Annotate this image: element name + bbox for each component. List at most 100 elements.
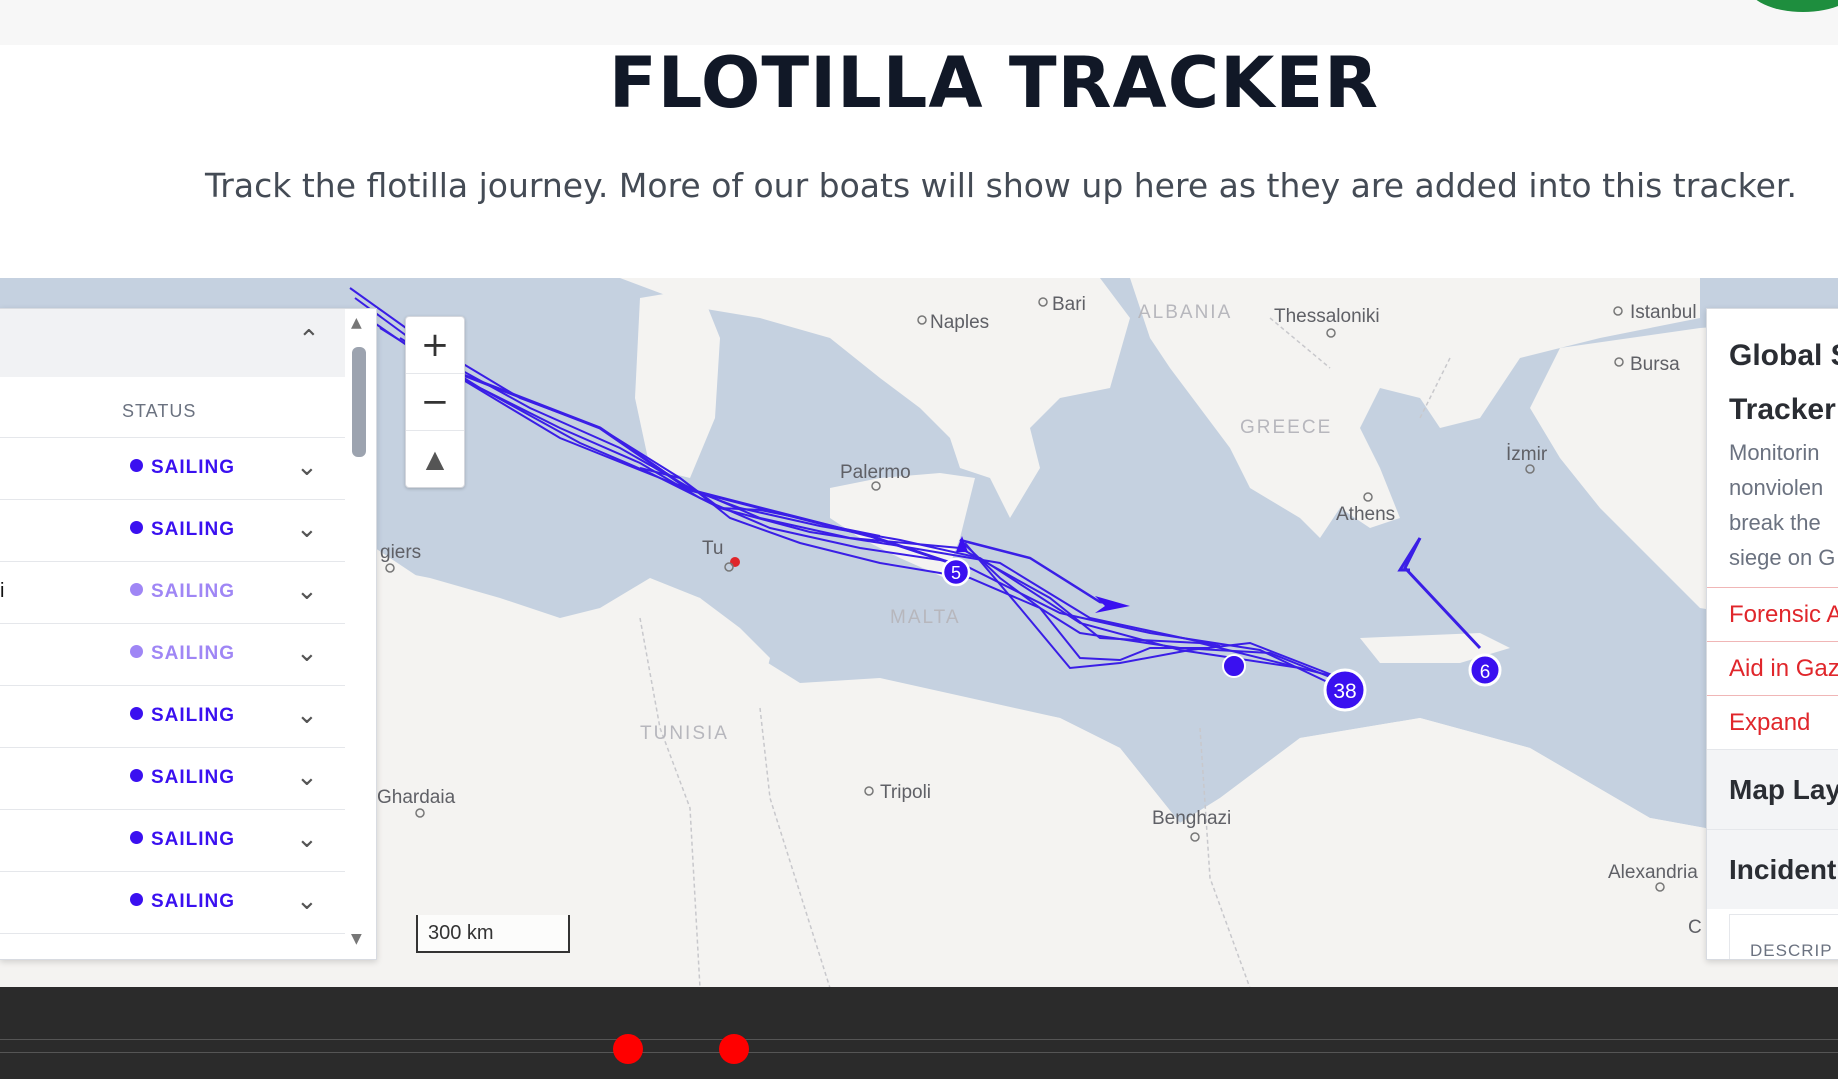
scroll-up-icon[interactable]: ▲ xyxy=(351,315,362,331)
account-badge[interactable] xyxy=(1748,0,1838,12)
info-panel-description: Monitorin nonviolen break the siege on G xyxy=(1729,435,1838,575)
desc-line: break the xyxy=(1729,510,1821,535)
status-text: SAILING xyxy=(151,891,236,912)
label-naples: Naples xyxy=(930,312,989,333)
label-tripoli: Tripoli xyxy=(880,782,931,803)
vessel-row[interactable]: SAILING ⌄ xyxy=(0,499,345,561)
scrollbar-thumb[interactable] xyxy=(352,347,366,457)
label-cairo: C xyxy=(1688,917,1702,938)
status-dot-icon xyxy=(130,831,143,844)
vessel-list-header: ⌃ xyxy=(0,309,345,377)
status-text: SAILING xyxy=(151,829,236,850)
status-dot-icon xyxy=(130,459,143,472)
aid-in-gaza-link[interactable]: Aid in Gaz xyxy=(1707,641,1838,695)
timeline-event-marker[interactable] xyxy=(719,1034,749,1064)
label-malta: MALTA xyxy=(890,607,961,628)
status-badge: SAILING xyxy=(130,767,235,789)
status-badge: SAILING xyxy=(130,519,235,541)
desc-line: nonviolen xyxy=(1729,475,1824,500)
vessel-row[interactable]: SAILING ⌄ xyxy=(0,623,345,685)
page-subtitle: Track the flotilla journey. More of our … xyxy=(205,166,1797,205)
timeline-track[interactable] xyxy=(0,1039,1838,1053)
zoom-out-button[interactable]: − xyxy=(406,374,464,431)
zoom-in-button[interactable]: + xyxy=(406,317,464,374)
scale-bar: 300 km xyxy=(416,915,570,953)
label-athens: Athens xyxy=(1336,504,1395,525)
label-tunis: Tu xyxy=(702,538,723,559)
status-text: SAILING xyxy=(151,581,236,602)
expand-chevron-icon[interactable]: ⌄ xyxy=(296,638,318,668)
label-alexandria: Alexandria xyxy=(1608,862,1698,883)
status-dot-icon xyxy=(130,893,143,906)
vessel-row[interactable]: i SAILING ⌄ xyxy=(0,561,345,623)
label-algiers: giers xyxy=(380,542,421,563)
label-albania: ALBANIA xyxy=(1138,302,1232,323)
status-dot-icon xyxy=(130,521,143,534)
forensic-link[interactable]: Forensic A xyxy=(1707,587,1838,641)
status-badge: SAILING xyxy=(130,891,235,913)
status-text: SAILING xyxy=(151,705,236,726)
expand-link[interactable]: Expand xyxy=(1707,695,1838,749)
label-istanbul: Istanbul xyxy=(1630,302,1697,323)
timeline-event-marker[interactable] xyxy=(613,1034,643,1064)
label-izmir: İzmir xyxy=(1506,444,1548,465)
vessel-row[interactable]: SAILING ⌄ xyxy=(0,437,345,499)
status-column-header: STATUS xyxy=(122,401,197,421)
incidents-section[interactable]: Incident xyxy=(1707,829,1838,909)
expand-chevron-icon[interactable]: ⌄ xyxy=(296,514,318,544)
vessel-list-panel: ⌃ STATUS SAILING ⌄ SAILING ⌄ i SAILING ⌄… xyxy=(0,308,377,960)
vessel-row[interactable]: SAILING ⌄ xyxy=(0,809,345,871)
info-panel: Global S Tracker Monitorin nonviolen bre… xyxy=(1706,308,1838,960)
label-palermo: Palermo xyxy=(840,462,911,483)
info-title-line: Global S xyxy=(1729,339,1838,372)
info-panel-title: Global S Tracker xyxy=(1729,329,1838,437)
label-benghazi: Benghazi xyxy=(1152,808,1231,829)
zoom-control: + − ▲ xyxy=(405,316,465,488)
expand-chevron-icon[interactable]: ⌄ xyxy=(296,576,318,606)
expand-chevron-icon[interactable]: ⌄ xyxy=(296,700,318,730)
info-title-line: Tracker xyxy=(1729,393,1836,426)
status-badge: SAILING xyxy=(130,457,235,479)
vessel-name: i xyxy=(0,580,5,602)
vessel-row[interactable]: SAILING ⌄ xyxy=(0,747,345,809)
timeline-bar[interactable] xyxy=(0,987,1838,1079)
vessel-row[interactable]: SAILING ⌄ xyxy=(0,685,345,747)
top-bar xyxy=(0,0,1838,45)
status-text: SAILING xyxy=(151,643,236,664)
label-tunisia: TUNISIA xyxy=(640,723,729,744)
status-text: SAILING xyxy=(151,767,236,788)
expand-chevron-icon[interactable]: ⌄ xyxy=(296,762,318,792)
status-dot-icon xyxy=(130,707,143,720)
scroll-down-icon[interactable]: ▼ xyxy=(351,931,362,947)
expand-chevron-icon[interactable]: ⌄ xyxy=(296,824,318,854)
status-dot-icon xyxy=(130,769,143,782)
vessel-rows: SAILING ⌄ SAILING ⌄ i SAILING ⌄ SAILING … xyxy=(0,437,345,934)
label-bari: Bari xyxy=(1052,294,1086,315)
status-badge: SAILING xyxy=(130,581,235,603)
status-badge: SAILING xyxy=(130,829,235,851)
vessel-row[interactable]: SAILING ⌄ xyxy=(0,871,345,934)
expand-chevron-icon[interactable]: ⌄ xyxy=(296,452,318,482)
status-badge: SAILING xyxy=(130,643,235,665)
label-greece: GREECE xyxy=(1240,417,1332,438)
cluster-label-6: 6 xyxy=(1480,662,1491,683)
label-thessaloniki: Thessaloniki xyxy=(1274,306,1380,327)
cluster-label-38: 38 xyxy=(1333,680,1356,703)
compass-icon[interactable]: ▲ xyxy=(406,431,464,487)
desc-line: Monitorin xyxy=(1729,440,1820,465)
map-layers-section[interactable]: Map Lay xyxy=(1707,749,1838,829)
incident-marker xyxy=(730,557,740,567)
vessel-list-scrollbar[interactable]: ▲ ▼ xyxy=(349,313,371,953)
label-ghardaia: Ghardaia xyxy=(377,787,456,808)
status-dot-icon xyxy=(130,645,143,658)
expand-chevron-icon[interactable]: ⌄ xyxy=(296,886,318,916)
label-bursa: Bursa xyxy=(1630,354,1680,375)
status-dot-icon xyxy=(130,583,143,596)
collapse-chevron-icon[interactable]: ⌃ xyxy=(298,325,320,355)
incidents-table-header: DESCRIP xyxy=(1729,914,1838,959)
status-text: SAILING xyxy=(151,457,236,478)
status-text: SAILING xyxy=(151,519,236,540)
cluster-label-5: 5 xyxy=(951,563,961,583)
desc-line: siege on G xyxy=(1729,545,1836,570)
status-badge: SAILING xyxy=(130,705,235,727)
